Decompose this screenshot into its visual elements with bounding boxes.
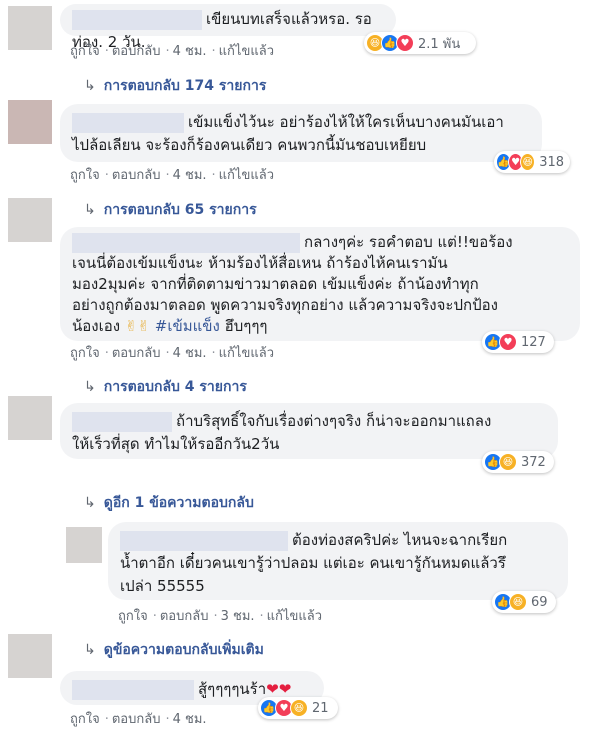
haha-icon: 😆 xyxy=(290,699,308,717)
redacted-name xyxy=(120,530,288,551)
comment-line: กลางๆค่ะ รอคำตอบ แต่!!ขอร้อง xyxy=(304,233,513,251)
reaction-summary[interactable]: 👍 😆 69 xyxy=(492,591,556,613)
edited-label[interactable]: แก้ไขแล้ว xyxy=(219,168,274,183)
reply-arrow-icon: ↳ xyxy=(84,495,96,511)
reply-arrow-icon: ↳ xyxy=(84,78,96,94)
comment-line: ถ้าบริสุทธิ์ใจกับเรื่องต่างๆจริง ก็น่าจะ… xyxy=(176,412,492,430)
reply-actions: ถูกใจ · ตอบกลับ · 3 ชม. · แก้ไขแล้ว xyxy=(118,609,322,624)
comment-line: ไปล้อเลียน จะร้องก็ร้องคนเดียว คนพวกนี้ม… xyxy=(72,136,427,154)
edited-label[interactable]: แก้ไขแล้ว xyxy=(219,346,274,361)
reply-link[interactable]: ตอบกลับ xyxy=(112,44,161,59)
view-more-replies-link[interactable]: ↳ ดูอีก 1 ข้อความตอบกลับ xyxy=(84,492,254,514)
avatar[interactable] xyxy=(8,198,52,242)
comment-line: น้องเอง xyxy=(72,317,121,335)
view-replies-link[interactable]: ↳ การตอบกลับ 65 รายการ xyxy=(84,199,257,221)
reply-arrow-icon: ↳ xyxy=(84,379,96,395)
reply-link[interactable]: ตอบกลับ xyxy=(112,712,161,727)
comment-line: เข้มแข็งไว้นะ อย่าร้องไห้ให้ใครเห็นบางคน… xyxy=(188,113,504,131)
comment-text: สู้ๆๆๆๆนร้า xyxy=(198,680,267,698)
reply-link[interactable]: ตอบกลับ xyxy=(112,168,161,183)
comment-bubble: เข้มแข็งไว้นะ อย่าร้องไห้ให้ใครเห็นบางคน… xyxy=(60,104,542,162)
redacted-name xyxy=(72,9,202,30)
like-link[interactable]: ถูกใจ xyxy=(70,168,100,183)
reply-bubble: ต้องท่องสคริปค่ะ ไหนจะฉากเรียก น้ำตาอีก … xyxy=(108,522,568,600)
view-replies-link[interactable]: ↳ การตอบกลับ 174 รายการ xyxy=(84,75,266,97)
like-link[interactable]: ถูกใจ xyxy=(70,346,100,361)
reply-link[interactable]: ตอบกลับ xyxy=(160,609,209,624)
reply-arrow-icon: ↳ xyxy=(84,642,96,658)
timestamp[interactable]: 3 ชม. xyxy=(221,609,255,624)
reaction-summary[interactable]: 👍 😆 372 xyxy=(482,451,554,473)
comment-bubble: กลางๆค่ะ รอคำตอบ แต่!!ขอร้อง เจนนี่ต้องเ… xyxy=(60,227,580,341)
avatar[interactable] xyxy=(8,634,52,678)
comment-bubble: เขียนบทเสร็จแล้วหรอ. รอท่อง. 2 วัน. xyxy=(60,4,396,51)
timestamp[interactable]: 4 ชม. xyxy=(173,346,207,361)
comment-actions: ถูกใจ · ตอบกลับ · 4 ชม. · แก้ไขแล้ว xyxy=(70,168,274,183)
timestamp[interactable]: 4 ชม. xyxy=(173,168,207,183)
redacted-name xyxy=(72,411,172,432)
reaction-count: 2.1 พัน xyxy=(418,36,461,52)
redacted-name xyxy=(72,112,184,133)
edited-label[interactable]: แก้ไขแล้ว xyxy=(219,44,274,59)
comment-actions: ถูกใจ · ตอบกลับ · 4 ชม. xyxy=(70,712,207,727)
reaction-count: 21 xyxy=(312,700,329,716)
redacted-name xyxy=(72,232,300,253)
like-link[interactable]: ถูกใจ xyxy=(70,44,100,59)
reply-line: ต้องท่องสคริปค่ะ ไหนจะฉากเรียก xyxy=(292,531,508,549)
reaction-summary[interactable]: 😆 👍 ♥ 2.1 พัน xyxy=(364,32,476,54)
avatar[interactable] xyxy=(8,100,52,144)
timestamp[interactable]: 4 ชม. xyxy=(173,44,207,59)
avatar[interactable] xyxy=(8,6,52,50)
comment-text: ฮึบๆๆๆ xyxy=(224,317,268,335)
haha-icon: 😆 xyxy=(499,453,517,471)
heart-emoji: ❤❤ xyxy=(266,680,292,698)
reaction-count: 372 xyxy=(521,454,546,470)
avatar[interactable] xyxy=(8,396,52,440)
avatar[interactable] xyxy=(66,527,102,563)
reaction-count: 69 xyxy=(531,594,548,610)
timestamp[interactable]: 4 ชม. xyxy=(173,712,207,727)
reply-line: น้ำตาอีก เดี๋ยวคนเขารู้ว่าปลอม แต่เอะ คน… xyxy=(120,554,506,572)
love-icon: ♥ xyxy=(499,333,517,351)
reaction-summary[interactable]: 👍 ♥ 😆 318 xyxy=(494,151,570,173)
hashtag-link[interactable]: #เข้มแข็ง xyxy=(155,317,220,335)
comment-actions: ถูกใจ · ตอบกลับ · 4 ชม. · แก้ไขแล้ว xyxy=(70,346,274,361)
like-link[interactable]: ถูกใจ xyxy=(70,712,100,727)
comment-line: ให้เร็วที่สุด ทำไมให้รออีกวัน2วัน xyxy=(72,435,280,453)
edited-label[interactable]: แก้ไขแล้ว xyxy=(267,609,322,624)
redacted-name xyxy=(72,679,194,700)
comment-line: อย่างถูกต้องมาตลอด พูดความจริงทุกอย่าง แ… xyxy=(72,296,498,314)
haha-icon: 😆 xyxy=(509,593,527,611)
reply-arrow-icon: ↳ xyxy=(84,202,96,218)
comment-actions: ถูกใจ · ตอบกลับ · 4 ชม. · แก้ไขแล้ว xyxy=(70,44,274,59)
victory-hand-emoji: ✌✌ xyxy=(124,317,150,335)
reply-line: เปล่า 55555 xyxy=(120,577,205,595)
reaction-summary[interactable]: 👍 ♥ 😆 21 xyxy=(258,697,338,719)
reaction-count: 127 xyxy=(521,334,546,350)
comment-bubble: ถ้าบริสุทธิ์ใจกับเรื่องต่างๆจริง ก็น่าจะ… xyxy=(60,403,558,459)
love-icon: ♥ xyxy=(396,34,414,52)
view-more-replies-link[interactable]: ↳ ดูข้อความตอบกลับเพิ่มเติม xyxy=(84,639,264,661)
like-link[interactable]: ถูกใจ xyxy=(118,609,148,624)
reply-link[interactable]: ตอบกลับ xyxy=(112,346,161,361)
haha-icon: 😆 xyxy=(520,153,536,171)
comment-line: เจนนี่ต้องเข้มแข็งนะ ห้ามร้องไห้สื่อเหน … xyxy=(72,254,448,272)
view-replies-link[interactable]: ↳ การตอบกลับ 4 รายการ xyxy=(84,376,247,398)
reaction-count: 318 xyxy=(539,154,565,170)
comment-line: มอง2มุมค่ะ จากที่ติดตามข่าวมาตลอด เข้มแข… xyxy=(72,275,479,293)
reaction-summary[interactable]: 👍 ♥ 127 xyxy=(482,331,554,353)
